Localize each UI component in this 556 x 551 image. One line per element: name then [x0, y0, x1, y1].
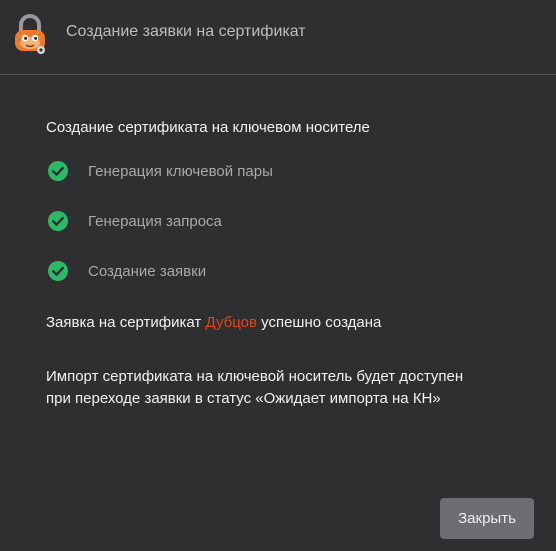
- step-label: Генерация запроса: [88, 212, 222, 230]
- result-prefix: Заявка на сертификат: [46, 314, 206, 331]
- step-label: Генерация ключевой пары: [88, 162, 273, 180]
- padlock-mascot-icon: [15, 14, 45, 54]
- step-request: Генерация запроса: [46, 210, 222, 232]
- result-message: Заявка на сертификат Дубцов успешно созд…: [46, 314, 381, 331]
- dialog-content: Создание сертификата на ключевом носител…: [46, 119, 536, 407]
- check-circle-icon: [48, 211, 68, 231]
- close-button[interactable]: Закрыть: [440, 498, 534, 539]
- window-title: Создание заявки на сертификат: [66, 23, 306, 40]
- result-suffix: успешно создана: [256, 314, 382, 331]
- title-separator: [0, 74, 556, 75]
- step-keypair: Генерация ключевой пары: [46, 160, 273, 182]
- title-bar: Создание заявки на сертификат: [0, 0, 556, 67]
- import-note-line: при переходе заявки в статус «Ожидает им…: [46, 390, 441, 407]
- import-note: Импорт сертификата на ключевой носитель …: [46, 366, 516, 410]
- dialog-heading: Создание сертификата на ключевом носител…: [46, 119, 370, 136]
- check-circle-icon: [48, 261, 68, 281]
- step-label: Создание заявки: [88, 262, 207, 280]
- step-application: Создание заявки: [46, 260, 206, 282]
- certificate-owner-name: Дубцов: [205, 314, 257, 331]
- check-circle-icon: [48, 161, 68, 181]
- import-note-line: Импорт сертификата на ключевой носитель …: [46, 368, 464, 385]
